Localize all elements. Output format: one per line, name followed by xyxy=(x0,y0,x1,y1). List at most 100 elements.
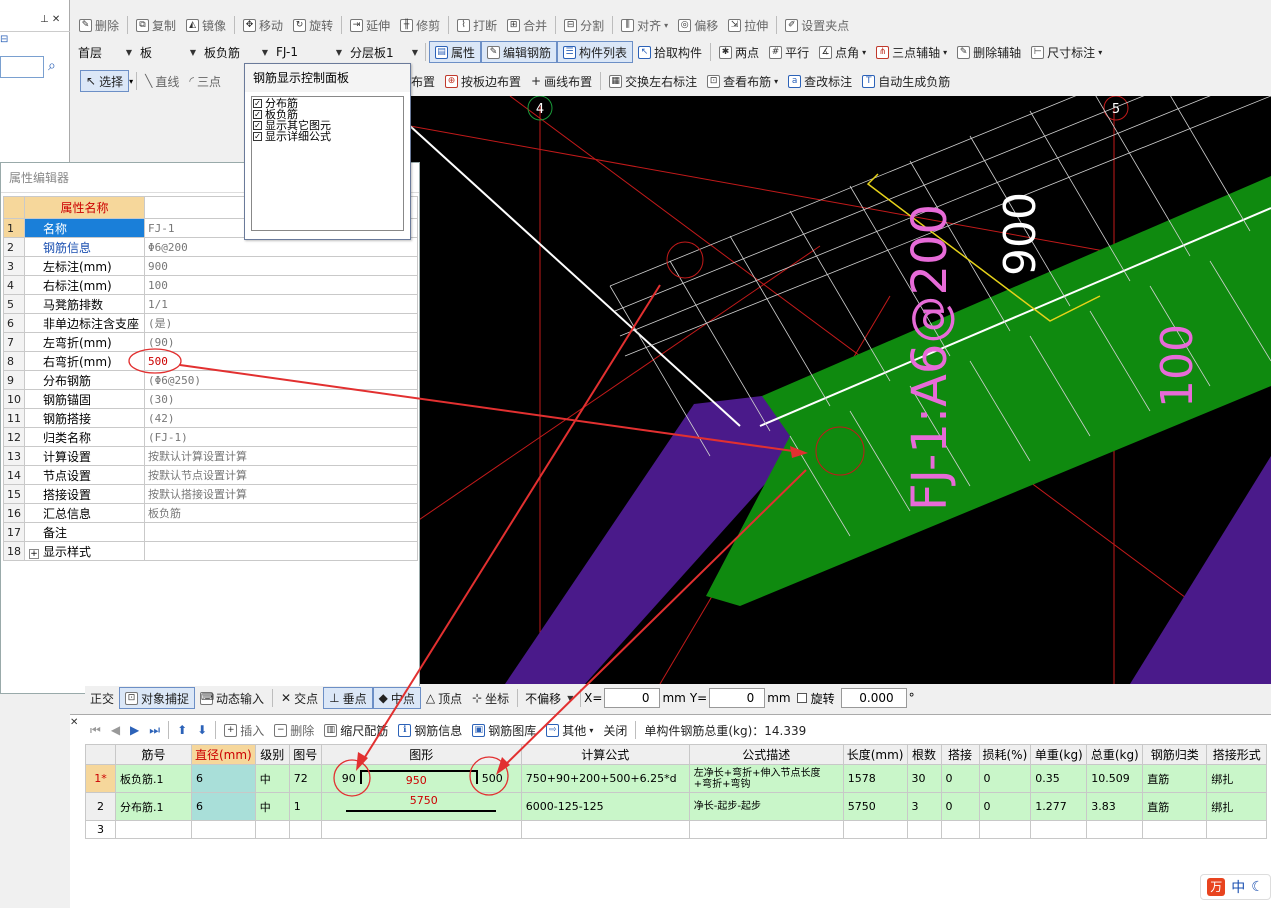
cell-name[interactable]: 板负筋.1 xyxy=(115,764,192,793)
column-header[interactable]: 计算公式 xyxy=(520,744,690,765)
property-row[interactable]: 9 分布钢筋 (Φ6@250) xyxy=(3,370,418,390)
move-up-button[interactable]: ⬆ xyxy=(172,719,192,741)
property-value[interactable]: (42) xyxy=(144,408,418,428)
rebar-library-button[interactable]: ▣ 钢筋图库 xyxy=(467,719,541,741)
rotate-angle-input[interactable]: 0.000 xyxy=(840,688,907,708)
property-row[interactable]: 5 马凳筋排数 1/1 xyxy=(3,294,418,314)
view-rebar-button[interactable]: ⊡ 查看布筋 ▾ xyxy=(702,70,783,92)
table-row[interactable]: 1* 板负筋.1 6 中 72 90 950 500 750+90+200+500+6.25*d… xyxy=(85,764,1268,793)
cell-formula[interactable]: 6000-125-125 xyxy=(520,792,690,821)
point-angle-button[interactable]: ∡ 点角 ▾ xyxy=(814,41,871,63)
cell-lap_type[interactable]: 绑扎 xyxy=(1206,764,1268,793)
cell-cat[interactable]: 直筋 xyxy=(1142,792,1208,821)
property-value[interactable]: (90) xyxy=(144,332,418,352)
property-value[interactable]: 板负筋 xyxy=(144,503,418,523)
column-header[interactable]: 长度(mm) xyxy=(842,744,908,765)
column-header[interactable]: 损耗(%) xyxy=(978,744,1032,765)
copy-button[interactable]: ⧉ 复制 xyxy=(131,14,181,36)
property-row[interactable]: 8 右弯折(mm) 500 xyxy=(3,351,418,371)
drawing-viewport[interactable]: 4 5 FJ-1:A6@200 900 100 xyxy=(410,96,1271,684)
checkbox-icon[interactable]: ✓ xyxy=(253,132,262,141)
ime-indicator[interactable]: 万 中 ☾ xyxy=(1200,874,1271,900)
x-coordinate-input[interactable]: 0 xyxy=(604,688,661,708)
checkbox-icon[interactable]: ✓ xyxy=(253,99,262,108)
category-select[interactable]: 板 ▼ xyxy=(136,42,200,62)
prev-record-button[interactable]: ◀ xyxy=(106,719,125,741)
set-grip-button[interactable]: ✐ 设置夹点 xyxy=(780,14,854,36)
property-value[interactable]: (30) xyxy=(144,389,418,409)
property-row[interactable]: 4 右标注(mm) 100 xyxy=(3,275,418,295)
stretch-button[interactable]: ⇲ 拉伸 xyxy=(723,14,773,36)
column-header[interactable]: 搭接形式 xyxy=(1206,744,1268,765)
three-point-arc-button[interactable]: ◜ 三点 xyxy=(184,70,226,92)
checkbox-icon[interactable]: ✓ xyxy=(253,121,262,130)
cell-loss[interactable]: 0 xyxy=(978,764,1032,793)
column-header[interactable]: 图形 xyxy=(320,744,522,765)
property-value[interactable]: (FJ-1) xyxy=(144,427,418,447)
extend-button[interactable]: ⇥ 延伸 xyxy=(345,14,395,36)
offset-button[interactable]: ◎ 偏移 xyxy=(673,14,723,36)
rebar-info-button[interactable]: ℹ 钢筋信息 xyxy=(393,719,467,741)
next-record-button[interactable]: ▶ xyxy=(125,719,144,741)
property-row[interactable]: 14 节点设置 按默认节点设置计算 xyxy=(3,465,418,485)
cell-desc[interactable]: 左净长+弯折+伸入节点长度+弯折+弯钩 xyxy=(688,764,844,793)
break-button[interactable]: ⌇ 打断 xyxy=(452,14,502,36)
property-row[interactable]: 15 搭接设置 按默认搭接设置计算 xyxy=(3,484,418,504)
column-header[interactable]: 根数 xyxy=(906,744,942,765)
cell-desc[interactable]: 净长-起步-起步 xyxy=(688,792,844,821)
last-record-button[interactable]: ⏭ xyxy=(144,719,165,741)
property-value[interactable] xyxy=(144,541,418,561)
property-row[interactable]: 16 汇总信息 板负筋 xyxy=(3,503,418,523)
column-header[interactable]: 直径(mm) xyxy=(191,744,256,765)
edit-label-button[interactable]: a 查改标注 xyxy=(783,70,857,92)
column-header[interactable]: 筋号 xyxy=(115,744,192,765)
column-header[interactable]: 钢筋归类 xyxy=(1142,744,1208,765)
property-value[interactable]: 900 xyxy=(144,256,418,276)
table-row[interactable]: 3 xyxy=(85,820,1268,839)
shape-cell[interactable]: 5750 xyxy=(320,792,522,821)
move-button[interactable]: ✥ 移动 xyxy=(238,14,288,36)
merge-button[interactable]: ⊞ 合并 xyxy=(502,14,552,36)
cell-lap_type[interactable]: 绑扎 xyxy=(1206,792,1268,821)
property-row[interactable]: 2 钢筋信息 Φ6@200 xyxy=(3,237,418,257)
cell-len[interactable]: 5750 xyxy=(842,792,908,821)
close-icon[interactable]: ✕ xyxy=(52,14,60,25)
search-icon[interactable]: ⌕ xyxy=(48,58,56,74)
property-row[interactable]: 7 左弯折(mm) (90) xyxy=(3,332,418,352)
property-value[interactable]: 按默认节点设置计算 xyxy=(144,465,418,485)
align-button[interactable]: ⫼ 对齐 ▾ xyxy=(616,14,673,36)
first-record-button[interactable]: ⏮ xyxy=(85,719,106,741)
column-header[interactable]: 图号 xyxy=(288,744,322,765)
object-snap-button[interactable]: ⊡ 对象捕捉 xyxy=(119,687,196,709)
column-header[interactable]: 单重(kg) xyxy=(1030,744,1088,765)
property-value[interactable]: 按默认搭接设置计算 xyxy=(144,484,418,504)
slab-edge-layout-button[interactable]: ⊕ 按板边布置 xyxy=(440,70,526,92)
ortho-button[interactable]: 正交 xyxy=(85,687,119,709)
expand-icon[interactable]: + xyxy=(29,548,39,559)
scale-rebar-button[interactable]: ▥ 缩尺配筋 xyxy=(319,719,393,741)
line-button[interactable]: ╲ 直线 xyxy=(140,70,184,92)
property-row[interactable]: 6 非单边标注含支座 (是) xyxy=(3,313,418,333)
perpendicular-button[interactable]: ⊥ 垂点 xyxy=(323,687,373,709)
close-button[interactable]: 关闭 xyxy=(598,719,632,741)
dynamic-input-button[interactable]: ⌨ 动态输入 xyxy=(195,687,269,709)
property-value[interactable]: (是) xyxy=(144,313,418,333)
three-point-axis-button[interactable]: ⋔ 三点辅轴 ▾ xyxy=(871,41,952,63)
vertex-button[interactable]: △ 顶点 xyxy=(421,687,467,709)
cell-loss[interactable]: 0 xyxy=(978,792,1032,821)
delete-button[interactable]: ✎ 删除 xyxy=(74,14,124,36)
other-button[interactable]: ⇨ 其他 ▾ xyxy=(541,719,598,741)
property-value[interactable]: 500 xyxy=(144,351,418,371)
midpoint-button[interactable]: ◆ 中点 xyxy=(372,687,421,709)
pick-component-button[interactable]: ↖ 拾取构件 xyxy=(633,41,707,63)
cell-lap[interactable]: 0 xyxy=(940,764,980,793)
dimension-button[interactable]: ⊢ 尺寸标注 ▾ xyxy=(1026,41,1107,63)
cell-grade[interactable]: 中 xyxy=(254,792,290,821)
cell-lap[interactable]: 0 xyxy=(940,792,980,821)
shape-cell[interactable]: 90 950 500 xyxy=(320,764,522,793)
property-value[interactable]: 按默认计算设置计算 xyxy=(144,446,418,466)
property-row[interactable]: 18 + 显示样式 xyxy=(3,541,418,561)
close-icon[interactable]: ✕ xyxy=(70,717,78,728)
offset-mode-select[interactable]: 不偏移 ▼ xyxy=(521,688,577,708)
property-value[interactable]: 100 xyxy=(144,275,418,295)
